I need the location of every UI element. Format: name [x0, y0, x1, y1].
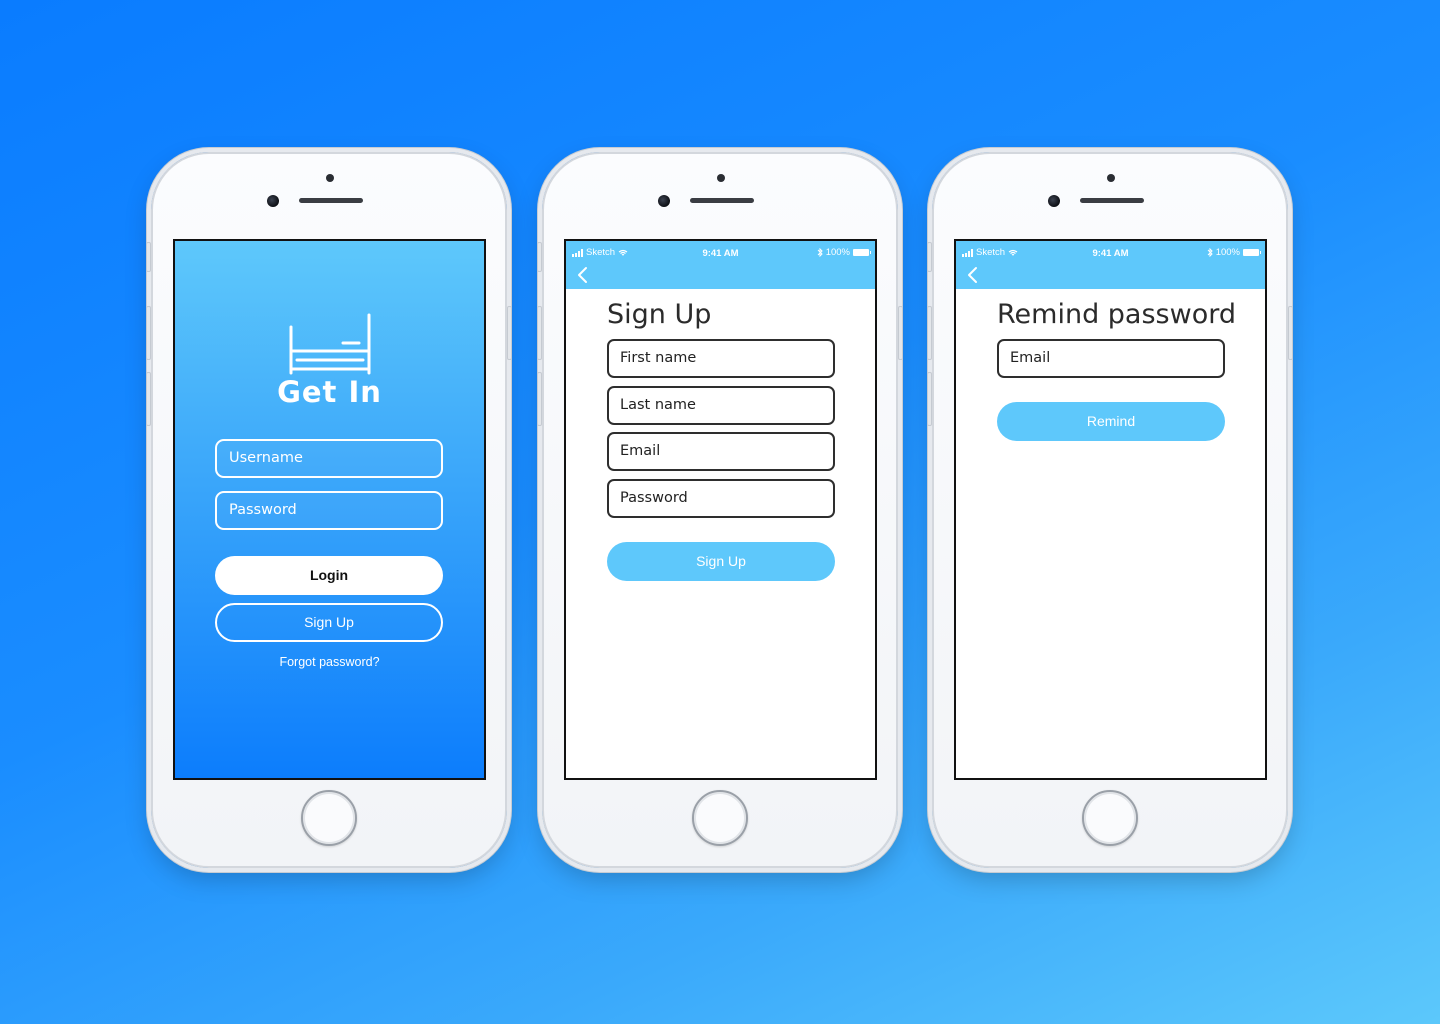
- phone-login: Get In Username Password Login Sign Up F…: [146, 152, 512, 868]
- home-button: [301, 790, 357, 846]
- earpiece-speaker: [690, 198, 754, 203]
- phone-signup: Sketch 9:41 AM 100% Sign Up First name L…: [537, 152, 903, 868]
- bluetooth-icon: [817, 248, 823, 257]
- mute-switch: [927, 242, 932, 272]
- page-title: Remind password: [997, 299, 1236, 330]
- signup-button[interactable]: Sign Up: [215, 603, 443, 642]
- power-button: [507, 306, 512, 360]
- back-chevron-icon[interactable]: [965, 265, 981, 285]
- home-button: [1082, 790, 1138, 846]
- battery-icon: [1243, 249, 1261, 256]
- password-input[interactable]: Password: [607, 479, 835, 518]
- volume-up-button: [927, 306, 932, 360]
- password-input[interactable]: Password: [215, 491, 443, 530]
- power-button: [1288, 306, 1293, 360]
- forgot-password-link[interactable]: Forgot password?: [175, 655, 484, 669]
- battery-icon: [853, 249, 871, 256]
- status-battery: 100%: [817, 247, 871, 258]
- proximity-sensor: [1107, 174, 1115, 182]
- volume-down-button: [927, 372, 932, 426]
- volume-down-button: [537, 372, 542, 426]
- mute-switch: [146, 242, 151, 272]
- page-title: Sign Up: [607, 299, 712, 330]
- bed-icon: [289, 313, 371, 375]
- earpiece-speaker: [1080, 198, 1144, 203]
- volume-down-button: [146, 372, 151, 426]
- home-button: [692, 790, 748, 846]
- status-battery: 100%: [1207, 247, 1261, 258]
- email-input[interactable]: Email: [997, 339, 1225, 378]
- remind-button[interactable]: Remind: [997, 402, 1225, 441]
- first-name-input[interactable]: First name: [607, 339, 835, 378]
- front-camera: [1048, 195, 1060, 207]
- signup-screen: Sketch 9:41 AM 100% Sign Up First name L…: [564, 239, 877, 780]
- phone-remind: Sketch 9:41 AM 100% Remind password Emai…: [927, 152, 1293, 868]
- username-input[interactable]: Username: [215, 439, 443, 478]
- mute-switch: [537, 242, 542, 272]
- login-button[interactable]: Login: [215, 556, 443, 595]
- email-input[interactable]: Email: [607, 432, 835, 471]
- last-name-input[interactable]: Last name: [607, 386, 835, 425]
- remind-screen: Sketch 9:41 AM 100% Remind password Emai…: [954, 239, 1267, 780]
- app-brand: Get In: [277, 375, 382, 409]
- battery-label: 100%: [825, 247, 850, 258]
- front-camera: [658, 195, 670, 207]
- power-button: [898, 306, 903, 360]
- volume-up-button: [146, 306, 151, 360]
- bluetooth-icon: [1207, 248, 1213, 257]
- proximity-sensor: [326, 174, 334, 182]
- back-chevron-icon[interactable]: [575, 265, 591, 285]
- front-camera: [267, 195, 279, 207]
- volume-up-button: [537, 306, 542, 360]
- nav-bar: Sketch 9:41 AM 100%: [956, 241, 1265, 289]
- proximity-sensor: [717, 174, 725, 182]
- nav-bar: Sketch 9:41 AM 100%: [566, 241, 875, 289]
- login-screen: Get In Username Password Login Sign Up F…: [173, 239, 486, 780]
- battery-label: 100%: [1215, 247, 1240, 258]
- signup-submit-button[interactable]: Sign Up: [607, 542, 835, 581]
- earpiece-speaker: [299, 198, 363, 203]
